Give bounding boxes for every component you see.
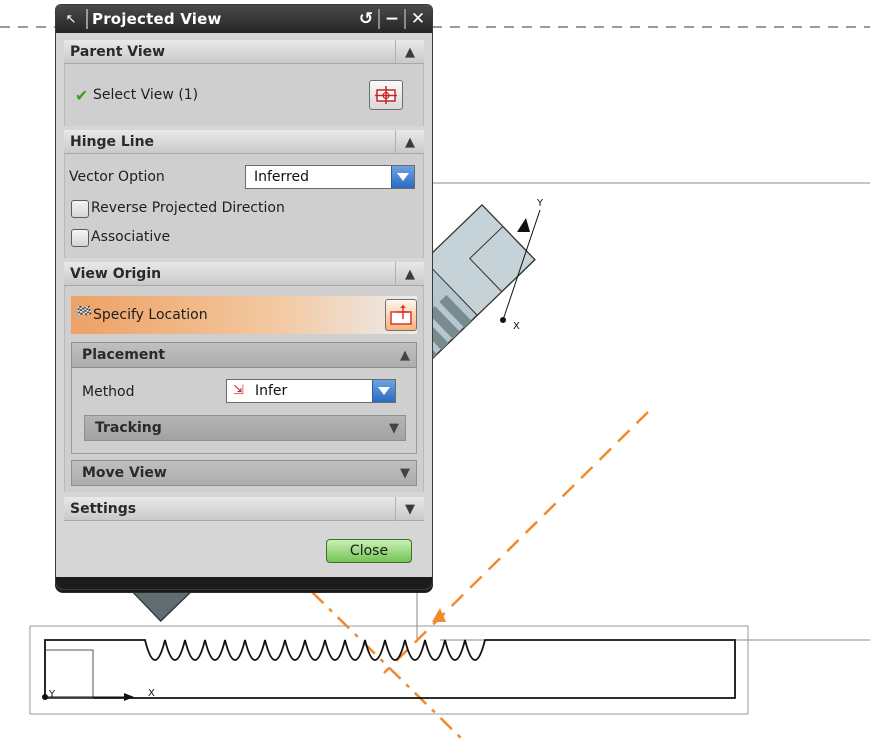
minimize-icon[interactable]: − (382, 8, 402, 30)
close-button[interactable]: Close (326, 539, 412, 563)
chevron-up-icon[interactable]: ▲ (395, 130, 424, 154)
pointer-icon: ↖ (65, 11, 77, 27)
associative-label: Associative (91, 229, 171, 245)
check-icon: ✔ (75, 86, 89, 105)
infer-icon: ⇲ (233, 383, 244, 398)
dropdown-arrow-icon[interactable] (372, 380, 395, 402)
dropdown-arrow-icon[interactable] (391, 166, 414, 188)
checkered-flag-icon: 🏁 (75, 306, 93, 322)
parent-csys-origin (42, 694, 48, 700)
dialog-titlebar[interactable]: ↖ Projected View ↺ − ✕ (56, 5, 432, 33)
reset-icon[interactable]: ↺ (356, 8, 376, 30)
chevron-up-icon[interactable]: ▲ (400, 343, 410, 367)
method-select[interactable]: ⇲ Infer (226, 379, 396, 403)
subsection-placement[interactable]: Placement ▲ (71, 342, 417, 368)
dialog-footer (56, 577, 432, 589)
placement-body: Method ⇲ Infer Tracking ▼ (71, 368, 417, 454)
chevron-down-icon[interactable]: ▼ (400, 461, 410, 485)
subsection-move-view[interactable]: Move View ▼ (71, 460, 417, 486)
select-view-button[interactable] (369, 80, 403, 110)
parent-csys-x-label: X (148, 688, 155, 699)
hinge-line-body: Vector Option Inferred Reverse Projected… (64, 154, 424, 258)
parent-csys-y-label: Y (48, 689, 56, 700)
vector-option-select[interactable]: Inferred (245, 165, 415, 189)
parent-view-body: ✔ Select View (1) (64, 64, 424, 126)
chevron-down-icon[interactable]: ▼ (389, 416, 399, 440)
view-origin-body: 🏁 Specify Location Placement ▲ Method ⇲ … (64, 286, 424, 492)
subsection-tracking[interactable]: Tracking ▼ (84, 415, 406, 441)
csys-origin (500, 317, 506, 323)
reverse-direction-label: Reverse Projected Direction (91, 200, 285, 216)
section-parent-view[interactable]: Parent View ▲ (64, 40, 424, 64)
chevron-down-icon[interactable]: ▼ (395, 497, 424, 521)
view-select-icon (375, 86, 397, 104)
specify-location-label: Specify Location (93, 307, 208, 323)
reverse-direction-checkbox[interactable] (71, 200, 89, 218)
projected-view-dialog: ↖ Projected View ↺ − ✕ Parent View ▲ ✔ S… (55, 4, 433, 590)
section-settings[interactable]: Settings ▼ (64, 497, 424, 521)
dialog-title: Projected View (92, 10, 222, 28)
specify-location-row[interactable]: 🏁 Specify Location (71, 296, 417, 334)
vector-option-label: Vector Option (69, 169, 165, 185)
csys-x-label: X (513, 321, 520, 332)
move-point-icon (390, 305, 412, 325)
method-label: Method (82, 384, 135, 400)
point-dialog-button[interactable] (385, 299, 417, 331)
section-view-origin[interactable]: View Origin ▲ (64, 262, 424, 286)
close-icon[interactable]: ✕ (408, 8, 428, 30)
section-hinge-line[interactable]: Hinge Line ▲ (64, 130, 424, 154)
associative-checkbox[interactable] (71, 229, 89, 247)
chevron-up-icon[interactable]: ▲ (395, 262, 424, 286)
chevron-up-icon[interactable]: ▲ (395, 40, 424, 64)
csys-y-label: Y (536, 198, 544, 209)
select-view-label: Select View (1) (93, 87, 199, 103)
